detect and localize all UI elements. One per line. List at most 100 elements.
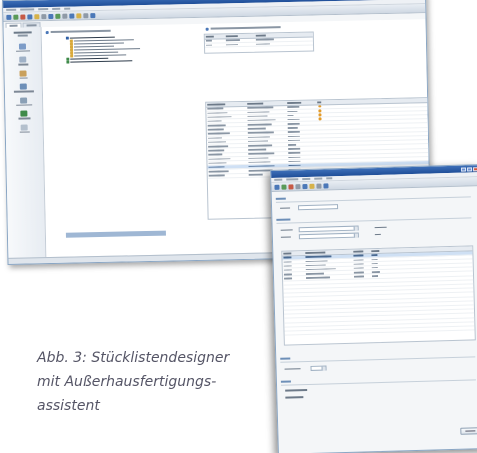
group-divider: [276, 217, 472, 224]
group-divider: [275, 196, 471, 203]
toolbar-icons[interactable]: [48, 13, 54, 19]
sidebar-item-label: [15, 103, 32, 106]
sidebar-item[interactable]: [15, 43, 30, 52]
toolbar-icons[interactable]: [83, 12, 89, 18]
field-row: [284, 365, 327, 371]
window-minimize-icon[interactable]: [460, 167, 467, 172]
sidebar-item[interactable]: [19, 70, 28, 79]
toolbar-icons[interactable]: [316, 183, 322, 189]
sidebar-item[interactable]: [17, 110, 30, 120]
menu-item[interactable]: [274, 178, 283, 181]
sidebar-item-icon: [19, 56, 27, 63]
select-field[interactable]: [298, 232, 359, 240]
sidebar-item[interactable]: [19, 123, 30, 133]
menu-item[interactable]: [6, 8, 17, 11]
group-header-options: [280, 380, 291, 383]
tree-node-icon: [65, 36, 69, 40]
toolbar-icons[interactable]: [281, 184, 287, 190]
sidebar-item[interactable]: [15, 96, 32, 106]
toolbar-icons[interactable]: [34, 13, 40, 19]
supplier-select[interactable]: [298, 225, 359, 233]
field-label: [374, 226, 387, 229]
sidebar-item-label: [19, 130, 30, 133]
field-label: [280, 236, 291, 238]
outsourcing-positions-table[interactable]: [281, 245, 476, 346]
window-maximize-icon[interactable]: [466, 166, 473, 171]
dropdown-arrow-icon[interactable]: [321, 366, 326, 371]
delivery-select[interactable]: [310, 365, 327, 371]
field-row: [280, 204, 339, 211]
status-dot-icon: [318, 105, 321, 108]
sidebar-item-label: [13, 90, 34, 93]
toolbar-icons[interactable]: [20, 14, 26, 20]
field-row: [280, 232, 381, 240]
toolbar-icons[interactable]: [69, 12, 75, 19]
toolbar-icons[interactable]: [6, 14, 12, 20]
sidebar-item[interactable]: [17, 56, 28, 66]
menu-item[interactable]: [64, 7, 71, 10]
menu-item[interactable]: [52, 7, 61, 10]
option-label: [285, 396, 304, 399]
status-dot-icon: [318, 109, 322, 112]
sidebar-item-label: [17, 63, 28, 66]
sidebar-item[interactable]: [13, 83, 34, 93]
status-dot-icon: [318, 117, 322, 121]
sidebar-item-icon: [20, 96, 28, 104]
group-divider: [281, 379, 476, 386]
status-dot-icon: [318, 113, 322, 117]
field-label: [280, 207, 291, 209]
toolbar-icons[interactable]: [274, 184, 280, 190]
field-label: [284, 367, 301, 370]
dropdown-arrow-icon[interactable]: [353, 226, 358, 231]
caption-line-3: assistent: [37, 398, 100, 414]
dropdown-arrow-icon[interactable]: [353, 233, 358, 238]
sidebar-item-label: [19, 76, 28, 79]
sidebar-item-label: [15, 49, 30, 52]
field-label: [374, 233, 381, 236]
toolbar-icons[interactable]: [309, 183, 315, 189]
sidebar-item-label: [17, 117, 30, 120]
tree-node-icon: [66, 60, 70, 64]
toolbar-icons[interactable]: [27, 13, 33, 19]
menu-item[interactable]: [286, 178, 299, 181]
toolbar-icons[interactable]: [288, 183, 294, 189]
group-header-delivery: [280, 357, 291, 360]
option-row[interactable]: [285, 389, 308, 392]
toolbar-icons[interactable]: [323, 182, 329, 189]
sidebar-item-icon: [19, 70, 27, 77]
pane-header-icon: [45, 30, 49, 34]
menu-item[interactable]: [314, 177, 323, 180]
toolbar-icons[interactable]: [295, 183, 301, 189]
sidebar-item-icon: [19, 83, 27, 90]
article-info-table: [203, 31, 315, 54]
sidebar-item-icon: [20, 110, 28, 117]
table-row[interactable]: [204, 41, 314, 48]
toolbar-icons[interactable]: [41, 13, 47, 19]
toolbar-icons[interactable]: [90, 12, 96, 18]
group-header-supplier: [276, 218, 291, 221]
option-label: [285, 389, 308, 392]
menu-item[interactable]: [38, 8, 49, 11]
sidebar-item-icon: [20, 123, 28, 131]
bom-tree[interactable]: [65, 34, 197, 64]
pane-header-icon: [205, 27, 209, 31]
navigation-sidebar: [3, 27, 47, 258]
toolbar-icons[interactable]: [55, 13, 61, 19]
toolbar-icons[interactable]: [62, 13, 68, 19]
caption-line-2: mit Außerhausfertigungs-: [37, 374, 217, 390]
group-divider: [280, 356, 476, 363]
caption-line-1: Abb. 3: Stücklistendesigner: [37, 350, 230, 366]
articles-pane-header: [204, 21, 424, 32]
toolbar-icons[interactable]: [76, 12, 82, 18]
toolbar-icons[interactable]: [13, 14, 19, 20]
group-header-general: [275, 197, 286, 200]
menu-item[interactable]: [20, 8, 35, 11]
sidebar-item-icon: [18, 43, 27, 50]
option-row[interactable]: [285, 396, 304, 399]
menu-item[interactable]: [302, 177, 311, 181]
field-input[interactable]: [297, 204, 339, 211]
toolbar-icons[interactable]: [302, 183, 308, 189]
assistant-action-button[interactable]: [460, 427, 477, 435]
menu-item[interactable]: [326, 177, 333, 180]
window-close-icon[interactable]: [472, 166, 477, 171]
